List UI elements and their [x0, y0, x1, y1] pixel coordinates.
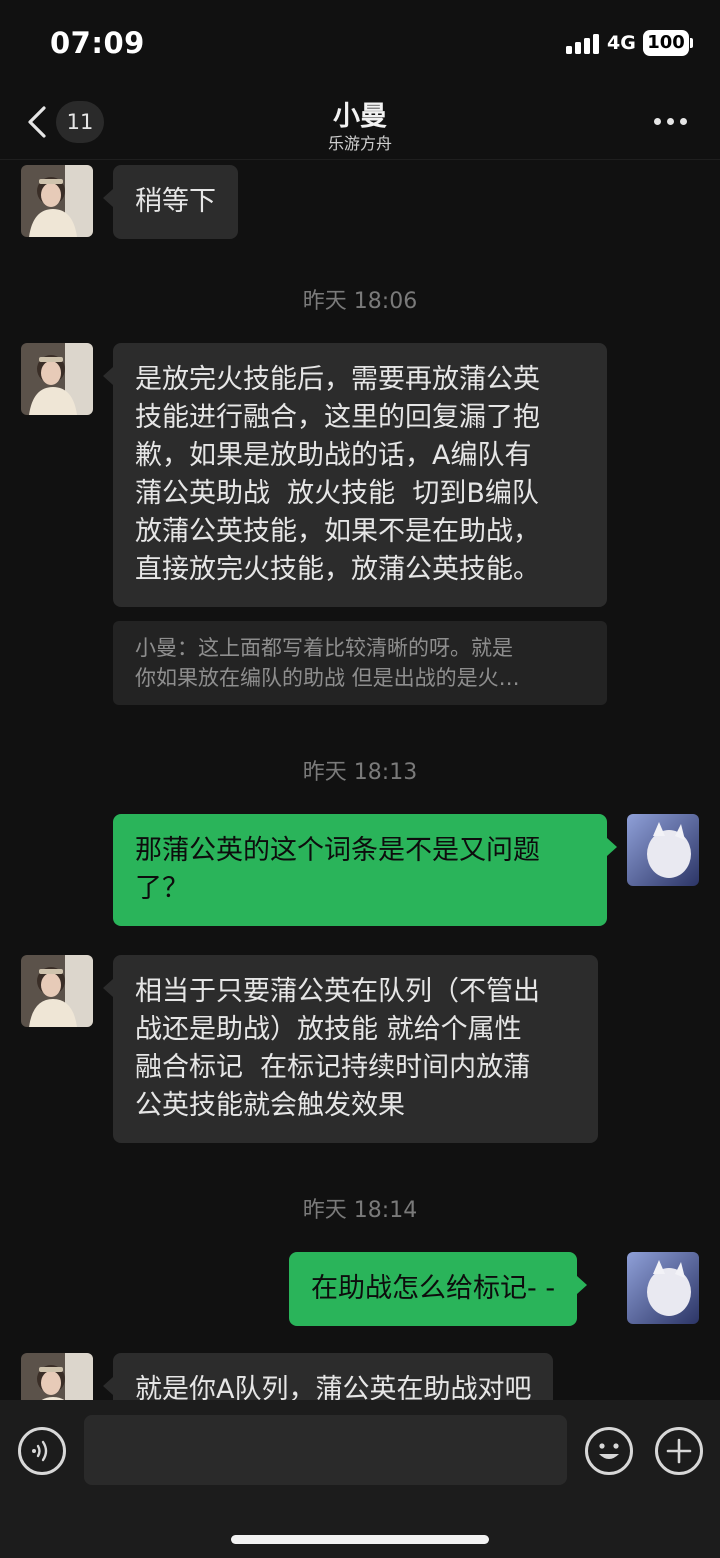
quoted-message[interactable]: 小曼：这上面都写着比较清晰的呀。就是 你如果放在编队的助战 但是出战的是火… [113, 621, 607, 705]
status-bar: 07:09 4G 100 [0, 0, 720, 88]
input-bar [0, 1400, 720, 1558]
message-timestamp: 昨天 18:14 [302, 1198, 418, 1223]
incoming-message[interactable]: 稍等下 [103, 165, 238, 239]
outgoing-message[interactable]: 在助战怎么给标记- - [289, 1252, 588, 1326]
status-time: 07:09 [50, 26, 145, 60]
more-icon[interactable] [654, 118, 688, 126]
contact-avatar[interactable] [21, 165, 93, 237]
incoming-message[interactable]: 是放完火技能后，需要再放蒲公英 技能进行融合，这里的回复漏了抱 歉，如果是放助战… [103, 343, 607, 607]
home-indicator[interactable] [231, 1535, 489, 1544]
battery-tip [690, 38, 693, 48]
contact-avatar[interactable] [21, 955, 93, 1027]
network-type: 4G [607, 32, 636, 54]
emoji-icon[interactable] [585, 1427, 633, 1475]
outgoing-message[interactable]: 那蒲公英的这个词条是不是又问题 了？ [113, 814, 617, 926]
user-avatar[interactable] [627, 1252, 699, 1324]
message-timestamp: 昨天 18:13 [302, 760, 418, 785]
signal-icon [566, 32, 602, 54]
incoming-message[interactable]: 就是你A队列，蒲公英在助战对吧 [102, 1353, 554, 1400]
chat-header: 11 小曼 乐游方舟 [0, 88, 720, 160]
contact-avatar[interactable] [21, 1353, 93, 1400]
plus-icon[interactable] [655, 1427, 703, 1475]
user-avatar[interactable] [627, 814, 699, 886]
voice-icon[interactable] [18, 1427, 66, 1475]
contact-avatar[interactable] [21, 343, 93, 415]
incoming-message[interactable]: 相当于只要蒲公英在队列（不管出 战还是助战）放技能 就给个属性 融合标记 在标记… [103, 955, 598, 1143]
chat-title: 小曼 [333, 101, 387, 132]
chat-messages[interactable]: 稍等下 昨天 18:06 是放完火技能后，需要再放蒲公英 技能进行融合，这里的回… [0, 160, 720, 1400]
message-timestamp: 昨天 18:06 [302, 289, 418, 314]
message-input[interactable] [84, 1415, 567, 1485]
chat-subtitle: 乐游方舟 [327, 134, 392, 153]
battery-icon: 100 [643, 30, 689, 56]
